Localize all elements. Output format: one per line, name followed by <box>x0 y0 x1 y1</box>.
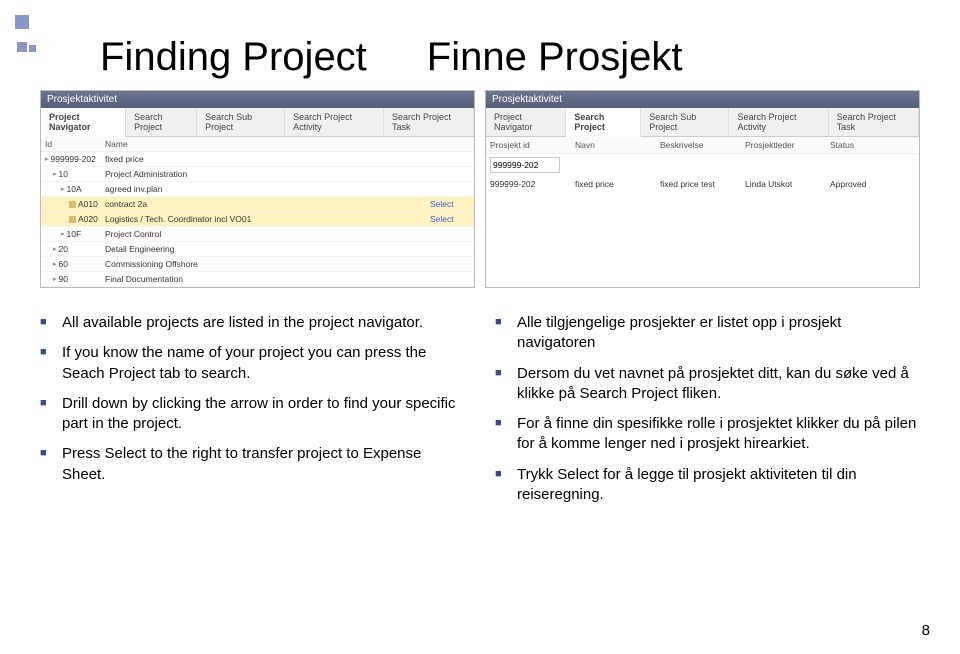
bullet-no-2: For å finne din spesifikke rolle i prosj… <box>495 414 920 455</box>
row-name: agreed inv.plan <box>105 184 430 194</box>
titlebar-right: Prosjektaktivitet <box>486 91 919 108</box>
row-id: A020 <box>78 214 98 224</box>
result-status: Approved <box>830 179 915 189</box>
bullet-no-3: Trykk Select for å legge til prosjekt ak… <box>495 465 920 506</box>
tree-row[interactable]: A020 Logistics / Tech. Coordinator incl V… <box>41 212 474 227</box>
tree-row[interactable]: ▸20 Detail Engineering <box>41 242 474 257</box>
column-headers-left: Id Name <box>41 137 474 152</box>
screenshot-search-project: Prosjektaktivitet Project Navigator Sear… <box>485 90 920 288</box>
tab-search-project-task[interactable]: Search Project Task <box>384 108 474 136</box>
bullet-no-0: Alle tilgjengelige prosjekter er listet … <box>495 313 920 354</box>
tab-search-sub-project[interactable]: Search Sub Project <box>197 108 285 136</box>
tab-search-project[interactable]: Search Project <box>566 108 641 137</box>
activity-icon <box>69 216 76 223</box>
bullet-en-1: If you know the name of your project you… <box>40 343 465 384</box>
result-id: 999999-202 <box>490 179 575 189</box>
row-name: fixed price <box>105 154 430 164</box>
titlebar-left: Prosjektaktivitet <box>41 91 474 108</box>
tree-row[interactable]: A010 contract 2aSelect <box>41 197 474 212</box>
tree-row[interactable]: ▸10A agreed inv.plan <box>41 182 474 197</box>
col-id: Id <box>45 139 105 149</box>
screenshot-project-navigator: Prosjektaktivitet Project Navigator Sear… <box>40 90 475 288</box>
row-name: Logistics / Tech. Coordinator incl VO01 <box>105 214 430 224</box>
tab-project-navigator[interactable]: Project Navigator <box>486 108 566 136</box>
corner-decoration <box>15 15 38 52</box>
col-prosjektleder: Prosjektleder <box>745 140 830 150</box>
bullets-norwegian: Alle tilgjengelige prosjekter er listet … <box>495 313 920 515</box>
col-beskrivelse: Beskrivelse <box>660 140 745 150</box>
col-name: Name <box>105 139 470 149</box>
result-name: fixed price <box>575 179 660 189</box>
tab-search-project-activity[interactable]: Search Project Activity <box>729 108 828 136</box>
tabs-left: Project Navigator Search Project Search … <box>41 108 474 137</box>
activity-icon <box>69 201 76 208</box>
bullet-en-0: All available projects are listed in the… <box>40 313 465 333</box>
row-id: 10F <box>67 229 82 239</box>
tree-arrow-icon[interactable]: ▸ <box>53 245 57 253</box>
tree-row[interactable]: ▸999999-202 fixed price <box>41 152 474 167</box>
tree-rows: ▸999999-202fixed price▸10Project Adminis… <box>41 152 474 287</box>
select-link[interactable]: Select <box>430 199 470 209</box>
column-headers-right: Prosjekt id Navn Beskrivelse Prosjektled… <box>486 137 919 154</box>
tree-arrow-icon[interactable]: ▸ <box>61 185 65 193</box>
tree-arrow-icon[interactable]: ▸ <box>45 155 49 163</box>
row-name: Project Control <box>105 229 430 239</box>
row-name: Final Documentation <box>105 274 430 284</box>
result-row[interactable]: 999999-202 fixed price fixed price test … <box>486 176 919 192</box>
bullet-en-3: Press Select to the right to transfer pr… <box>40 444 465 485</box>
tree-row[interactable]: ▸10F Project Control <box>41 227 474 242</box>
tab-search-project-activity[interactable]: Search Project Activity <box>285 108 384 136</box>
row-id: A010 <box>78 199 98 209</box>
tabs-right: Project Navigator Search Project Search … <box>486 108 919 137</box>
tab-search-project[interactable]: Search Project <box>126 108 197 136</box>
tree-row[interactable]: ▸60 Commissioning Offshore <box>41 257 474 272</box>
tree-arrow-icon[interactable]: ▸ <box>53 170 57 178</box>
row-name: Detail Engineering <box>105 244 430 254</box>
col-status: Status <box>830 140 915 150</box>
row-id: 90 <box>59 274 68 284</box>
row-name: Commissioning Offshore <box>105 259 430 269</box>
row-id: 60 <box>59 259 68 269</box>
heading-right: Finne Prosjekt <box>427 35 683 80</box>
bullets-english: All available projects are listed in the… <box>40 313 465 515</box>
bullet-no-1: Dersom du vet navnet på prosjektet ditt,… <box>495 364 920 405</box>
page-number: 8 <box>922 622 930 639</box>
tab-search-sub-project[interactable]: Search Sub Project <box>641 108 729 136</box>
tab-project-navigator[interactable]: Project Navigator <box>41 108 126 137</box>
tree-row[interactable]: ▸10 Project Administration <box>41 167 474 182</box>
result-desc: fixed price test <box>660 179 745 189</box>
row-name: contract 2a <box>105 199 430 209</box>
bullet-en-2: Drill down by clicking the arrow in orde… <box>40 394 465 435</box>
result-leader: Linda Utskot <box>745 179 830 189</box>
tree-arrow-icon[interactable]: ▸ <box>61 230 65 238</box>
tree-arrow-icon[interactable]: ▸ <box>53 275 57 283</box>
row-name: Project Administration <box>105 169 430 179</box>
search-project-id-input[interactable] <box>490 157 560 173</box>
row-id: 10 <box>59 169 68 179</box>
row-id: 999999-202 <box>51 154 96 164</box>
col-navn: Navn <box>575 140 660 150</box>
row-id: 10A <box>67 184 82 194</box>
row-id: 20 <box>59 244 68 254</box>
tree-row[interactable]: ▸90 Final Documentation <box>41 272 474 287</box>
select-link[interactable]: Select <box>430 214 470 224</box>
tab-search-project-task[interactable]: Search Project Task <box>829 108 919 136</box>
heading-left: Finding Project <box>100 35 367 80</box>
col-prosjekt-id: Prosjekt id <box>490 140 575 150</box>
tree-arrow-icon[interactable]: ▸ <box>53 260 57 268</box>
